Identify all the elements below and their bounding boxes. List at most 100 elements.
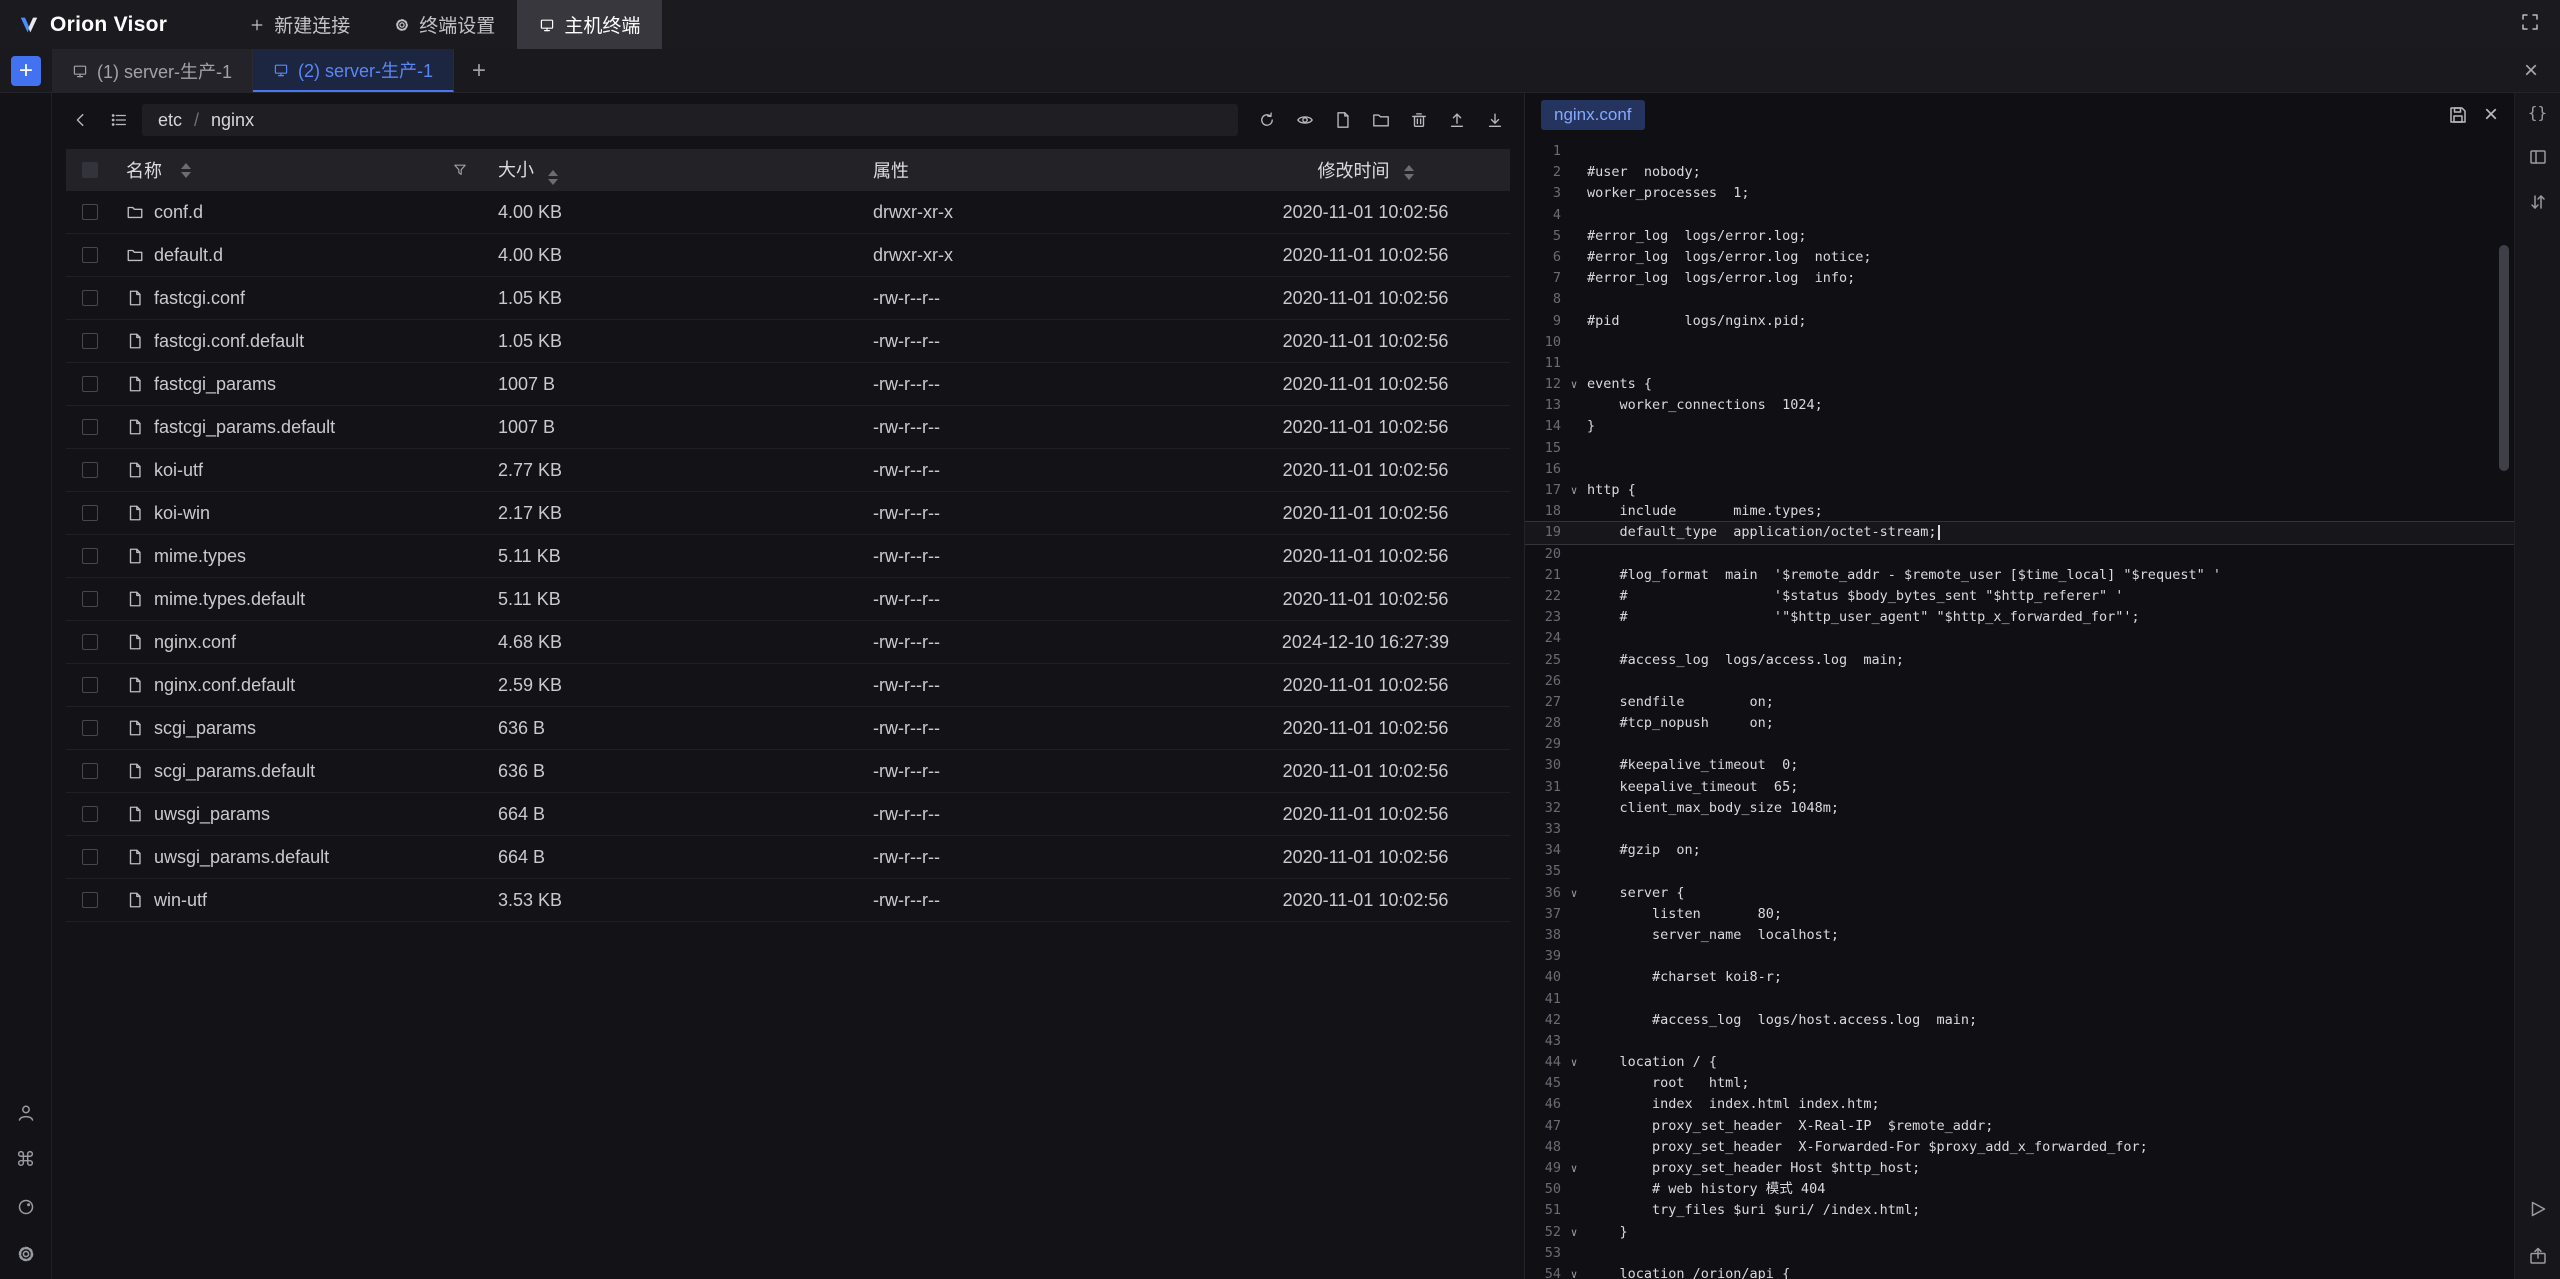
row-checkbox[interactable]	[82, 419, 98, 435]
fold-toggle-icon[interactable]: ∨	[1561, 480, 1587, 501]
file-name[interactable]: uwsgi_params	[154, 804, 270, 825]
upload-icon[interactable]	[1442, 105, 1472, 135]
menu-item-host-terminal[interactable]: 主机终端	[517, 0, 662, 49]
editor-file-tab[interactable]: nginx.conf	[1541, 100, 1645, 130]
table-row[interactable]: fastcgi_params 1007 B -rw-r--r-- 2020-11…	[66, 363, 1510, 406]
table-row[interactable]: default.d 4.00 KB drwxr-xr-x 2020-11-01 …	[66, 234, 1510, 277]
file-name[interactable]: mime.types.default	[154, 589, 305, 610]
row-checkbox[interactable]	[82, 376, 98, 392]
file-name[interactable]: koi-win	[154, 503, 210, 524]
table-row[interactable]: fastcgi.conf.default 1.05 KB -rw-r--r-- …	[66, 320, 1510, 363]
sort-mtime-icon[interactable]	[1404, 165, 1414, 180]
file-name[interactable]: uwsgi_params.default	[154, 847, 329, 868]
breadcrumb-segment-etc[interactable]: etc	[158, 110, 182, 131]
table-row[interactable]: mime.types.default 5.11 KB -rw-r--r-- 20…	[66, 578, 1510, 621]
row-checkbox[interactable]	[82, 204, 98, 220]
table-row[interactable]: koi-win 2.17 KB -rw-r--r-- 2020-11-01 10…	[66, 492, 1510, 535]
theme-icon[interactable]	[14, 1195, 38, 1219]
export-upload-icon[interactable]	[2526, 1244, 2550, 1268]
row-checkbox[interactable]	[82, 333, 98, 349]
swap-sort-icon[interactable]	[2526, 190, 2550, 214]
editor-code[interactable]: 1 2 #user nobody; 3 worker_processes 1; …	[1525, 137, 2514, 1279]
line-number: 28	[1525, 713, 1561, 734]
menu-item-new-connection[interactable]: 新建连接	[227, 0, 372, 49]
sort-name-icon[interactable]	[181, 163, 191, 178]
settings-gear-icon[interactable]	[14, 1242, 38, 1266]
editor-close-icon[interactable]: ×	[2484, 101, 2498, 129]
breadcrumb-segment-nginx[interactable]: nginx	[211, 110, 254, 131]
table-row[interactable]: win-utf 3.53 KB -rw-r--r-- 2020-11-01 10…	[66, 879, 1510, 922]
panel-layout-icon[interactable]	[2526, 145, 2550, 169]
row-checkbox[interactable]	[82, 634, 98, 650]
table-row[interactable]: uwsgi_params 664 B -rw-r--r-- 2020-11-01…	[66, 793, 1510, 836]
tab-server-1[interactable]: (1) server-生产-1	[52, 49, 253, 92]
file-name[interactable]: scgi_params.default	[154, 761, 315, 782]
row-checkbox[interactable]	[82, 462, 98, 478]
file-name[interactable]: default.d	[154, 245, 223, 266]
row-checkbox[interactable]	[82, 677, 98, 693]
file-name[interactable]: scgi_params	[154, 718, 256, 739]
filter-funnel-icon[interactable]	[452, 162, 468, 178]
braces-json-icon[interactable]: {}	[2526, 100, 2550, 124]
back-icon[interactable]	[66, 105, 96, 135]
table-row[interactable]: uwsgi_params.default 664 B -rw-r--r-- 20…	[66, 836, 1510, 879]
row-checkbox[interactable]	[82, 806, 98, 822]
sort-size-icon[interactable]	[548, 170, 558, 185]
table-row[interactable]: mime.types 5.11 KB -rw-r--r-- 2020-11-01…	[66, 535, 1510, 578]
row-checkbox[interactable]	[82, 892, 98, 908]
menu-item-terminal-settings[interactable]: 终端设置	[372, 0, 517, 49]
new-folder-icon[interactable]	[1366, 105, 1396, 135]
file-name[interactable]: fastcgi_params	[154, 374, 276, 395]
refresh-icon[interactable]	[1252, 105, 1282, 135]
fullscreen-icon[interactable]	[2520, 12, 2540, 37]
code-line: 8	[1525, 289, 2514, 310]
file-name[interactable]: fastcgi_params.default	[154, 417, 335, 438]
file-name[interactable]: win-utf	[154, 890, 207, 911]
fold-toggle-icon[interactable]: ∨	[1561, 883, 1587, 904]
table-row[interactable]: fastcgi_params.default 1007 B -rw-r--r--…	[66, 406, 1510, 449]
fold-toggle-icon[interactable]: ∨	[1561, 374, 1587, 395]
fold-toggle-icon[interactable]: ∨	[1561, 1264, 1587, 1279]
file-name[interactable]: mime.types	[154, 546, 246, 567]
download-icon[interactable]	[1480, 105, 1510, 135]
row-checkbox[interactable]	[82, 763, 98, 779]
line-number: 36	[1525, 883, 1561, 904]
table-row[interactable]: conf.d 4.00 KB drwxr-xr-x 2020-11-01 10:…	[66, 191, 1510, 234]
file-name[interactable]: fastcgi.conf	[154, 288, 245, 309]
command-shortcut-icon[interactable]: ⌘	[14, 1148, 38, 1172]
row-checkbox[interactable]	[82, 505, 98, 521]
delete-icon[interactable]	[1404, 105, 1434, 135]
add-tab-button[interactable]: +	[454, 57, 504, 85]
fold-toggle-icon[interactable]: ∨	[1561, 1052, 1587, 1073]
show-hidden-eye-icon[interactable]	[1290, 105, 1320, 135]
table-row[interactable]: koi-utf 2.77 KB -rw-r--r-- 2020-11-01 10…	[66, 449, 1510, 492]
table-row[interactable]: nginx.conf.default 2.59 KB -rw-r--r-- 20…	[66, 664, 1510, 707]
tab-server-2-active[interactable]: (2) server-生产-1	[253, 49, 454, 92]
row-checkbox[interactable]	[82, 548, 98, 564]
file-name[interactable]: fastcgi.conf.default	[154, 331, 304, 352]
close-panel-icon[interactable]: ×	[2524, 57, 2538, 85]
file-name[interactable]: koi-utf	[154, 460, 203, 481]
select-all-checkbox[interactable]	[82, 162, 98, 178]
table-row[interactable]: scgi_params 636 B -rw-r--r-- 2020-11-01 …	[66, 707, 1510, 750]
row-checkbox[interactable]	[82, 247, 98, 263]
table-row[interactable]: fastcgi.conf 1.05 KB -rw-r--r-- 2020-11-…	[66, 277, 1510, 320]
file-name[interactable]: nginx.conf.default	[154, 675, 295, 696]
editor-scrollbar[interactable]	[2499, 245, 2509, 471]
send-command-icon[interactable]	[2526, 1197, 2550, 1221]
row-checkbox[interactable]	[82, 290, 98, 306]
fold-toggle-icon[interactable]: ∨	[1561, 1222, 1587, 1243]
table-row[interactable]: scgi_params.default 636 B -rw-r--r-- 202…	[66, 750, 1510, 793]
row-checkbox[interactable]	[82, 849, 98, 865]
user-icon[interactable]	[14, 1101, 38, 1125]
row-checkbox[interactable]	[82, 720, 98, 736]
table-row[interactable]: nginx.conf 4.68 KB -rw-r--r-- 2024-12-10…	[66, 621, 1510, 664]
fold-toggle-icon[interactable]: ∨	[1561, 1158, 1587, 1179]
file-name[interactable]: conf.d	[154, 202, 203, 223]
new-file-icon[interactable]	[1328, 105, 1358, 135]
file-name[interactable]: nginx.conf	[154, 632, 236, 653]
new-connection-button[interactable]: +	[11, 56, 41, 86]
list-view-icon[interactable]	[104, 105, 134, 135]
save-icon[interactable]	[2448, 105, 2468, 125]
row-checkbox[interactable]	[82, 591, 98, 607]
